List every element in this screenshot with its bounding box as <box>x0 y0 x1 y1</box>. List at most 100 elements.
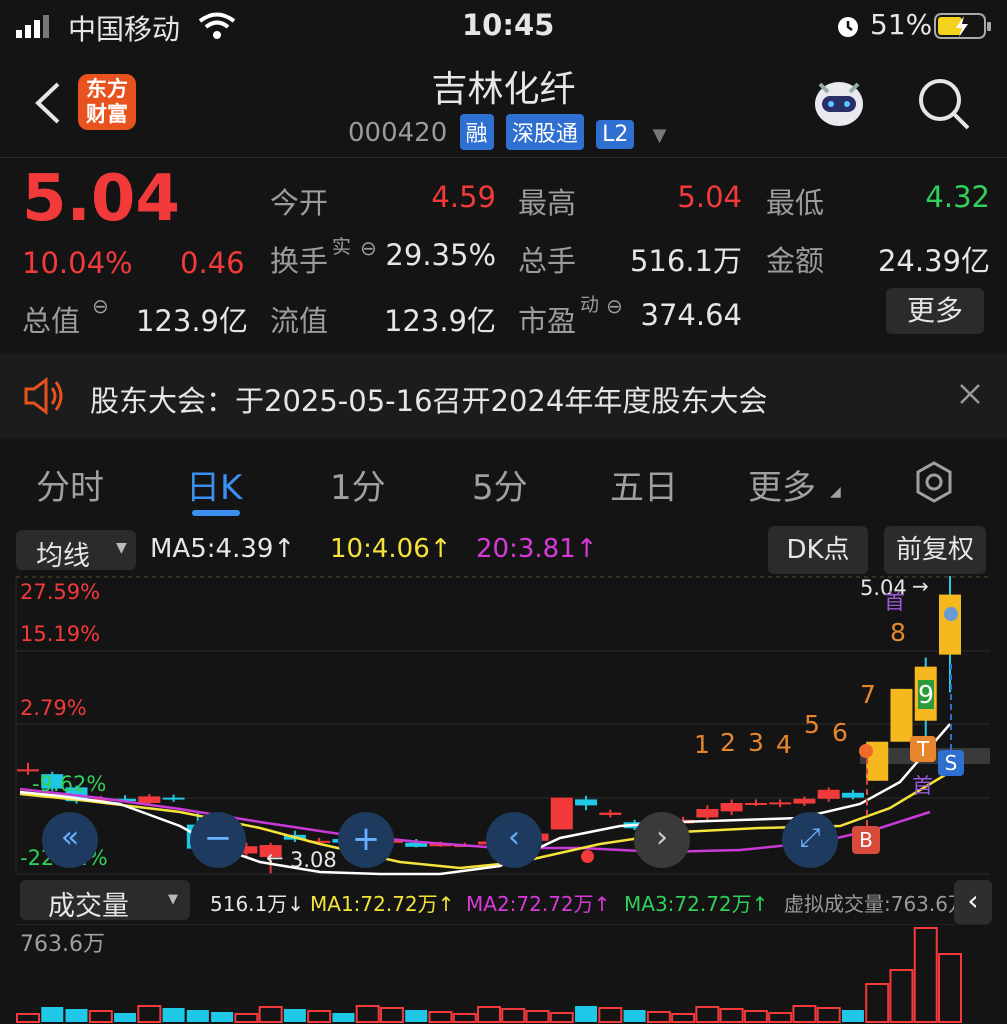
volume-bar <box>332 1013 355 1022</box>
seq-8: 8 <box>890 618 906 647</box>
high-value: 5.04 <box>677 180 742 214</box>
volume-bar <box>114 1013 137 1022</box>
volume-bar <box>88 1010 113 1023</box>
fullscreen-icon[interactable]: ⤢ <box>782 812 838 868</box>
more-button[interactable]: 更多 <box>886 288 984 334</box>
signal-icon <box>16 14 56 42</box>
candle-body <box>162 797 185 800</box>
arrow-left-icon: ← <box>266 846 284 870</box>
search-icon[interactable] <box>916 76 972 136</box>
volume-bar <box>575 1006 598 1022</box>
volume-bar <box>549 1012 574 1023</box>
dk-point-button[interactable]: DK点 <box>768 526 868 574</box>
tab-more[interactable]: 更多 <box>748 460 816 509</box>
volume-bar <box>283 1009 306 1022</box>
amount-label: 金额 <box>766 244 825 278</box>
battery-percent: 51% <box>870 8 933 41</box>
collapse-left-icon[interactable]: ‹ <box>954 880 992 924</box>
volume-value: 516.1万 <box>629 244 742 278</box>
speaker-icon <box>22 376 66 420</box>
volume-bar <box>16 1013 40 1023</box>
sell-marker[interactable]: S <box>938 750 964 776</box>
ma5-legend: MA5:4.39↑ <box>150 534 296 564</box>
tab-5day[interactable]: 五日 <box>610 460 678 509</box>
t-mark: T <box>910 736 936 762</box>
volume-bar <box>477 1006 501 1023</box>
right-icon[interactable]: › <box>634 812 690 868</box>
badge-margin: 融 <box>459 114 494 150</box>
volume-bar <box>671 1013 696 1023</box>
indicator-select[interactable]: 均线 ▼ <box>16 530 136 572</box>
tab-timeshare[interactable]: 分时 <box>36 460 104 509</box>
volume-bar <box>525 1010 550 1023</box>
float-label: 流值 <box>270 304 329 338</box>
zoom-in-icon[interactable]: + <box>338 812 394 868</box>
vol-ma3-legend: MA3:72.72万↑ <box>624 892 769 916</box>
volume-bar <box>646 1011 671 1023</box>
buy-marker[interactable]: B <box>852 826 880 854</box>
volume-bar <box>743 1010 768 1023</box>
battery-icon <box>934 12 994 44</box>
volume-bar <box>695 1006 720 1023</box>
change-percent: 10.04% <box>22 246 133 280</box>
turnover-sup: 实 <box>332 236 352 258</box>
candle-body <box>769 802 792 805</box>
candle-body <box>793 798 816 804</box>
seq-1: 1 <box>694 730 710 759</box>
clock: 10:45 <box>462 8 555 42</box>
first-mark-bottom: 首 <box>912 774 933 798</box>
candle-body <box>720 802 743 812</box>
volume-label: 总手 <box>518 244 577 278</box>
volume-bar <box>768 1012 793 1023</box>
gear-icon[interactable] <box>912 460 956 508</box>
tab-1min[interactable]: 1分 <box>330 460 386 509</box>
volume-bar <box>792 1005 817 1023</box>
volume-plot[interactable] <box>0 924 1007 1024</box>
volume-bar <box>428 1011 453 1023</box>
tab-active-indicator <box>192 510 240 516</box>
volume-bar <box>501 1008 526 1023</box>
close-icon[interactable] <box>958 382 982 410</box>
virtual-volume: 虚拟成交量:763.6万 <box>784 892 968 916</box>
axis-label-3: 2.79% <box>20 696 87 720</box>
volume-bars-group <box>16 927 962 1023</box>
double-left-icon[interactable]: « <box>42 812 98 868</box>
left-icon[interactable]: ‹ <box>486 812 542 868</box>
volume-bar <box>162 1008 185 1022</box>
volume-bar <box>211 1012 234 1022</box>
volume-indicator-select[interactable]: 成交量 ▼ <box>20 880 190 922</box>
info-icon[interactable]: ⊖ <box>360 236 377 260</box>
volume-bar <box>452 1013 477 1023</box>
seq-5: 5 <box>804 710 820 739</box>
volume-bar <box>938 953 962 1023</box>
seq-2: 2 <box>720 728 736 757</box>
zoom-out-icon[interactable]: − <box>190 812 246 868</box>
tab-5min[interactable]: 5分 <box>472 460 528 509</box>
notice-bar[interactable]: 股东大会：于2025-05-16召开2024年年度股东大会 <box>0 354 1007 438</box>
stock-code: 000420 <box>348 118 448 148</box>
first-mark-top: 首 <box>884 590 905 614</box>
volume-bar <box>307 1010 332 1023</box>
arrow-right-icon: → <box>912 574 929 598</box>
volume-bar <box>816 1007 841 1023</box>
change-amount: 0.46 <box>180 246 245 280</box>
mktcap-label: 总值 <box>22 304 81 338</box>
notice-text: 股东大会：于2025-05-16召开2024年年度股东大会 <box>90 384 768 418</box>
low-mark: 3.08 <box>290 848 337 872</box>
candle-body <box>575 799 598 806</box>
volume-bar <box>889 969 914 1023</box>
info-icon[interactable]: ⊖ <box>606 294 623 318</box>
pe-label: 市盈 <box>518 304 577 338</box>
axis-label-2: 15.19% <box>20 622 101 646</box>
candle-body <box>696 809 719 818</box>
volume-bar <box>379 1007 404 1023</box>
float-value: 123.9亿 <box>383 304 496 338</box>
stock-code-row[interactable]: 000420 融 深股通 L2 ▼ <box>348 114 666 150</box>
adjust-button[interactable]: 前复权 <box>884 526 986 574</box>
tab-daily-k[interactable]: 日K <box>186 460 242 509</box>
amount-value: 24.39亿 <box>877 244 990 278</box>
axis-label-top: 27.59% <box>20 580 101 604</box>
robot-assistant-icon[interactable] <box>808 72 870 138</box>
info-icon[interactable]: ⊖ <box>92 294 109 318</box>
low-value: 4.32 <box>925 180 990 214</box>
